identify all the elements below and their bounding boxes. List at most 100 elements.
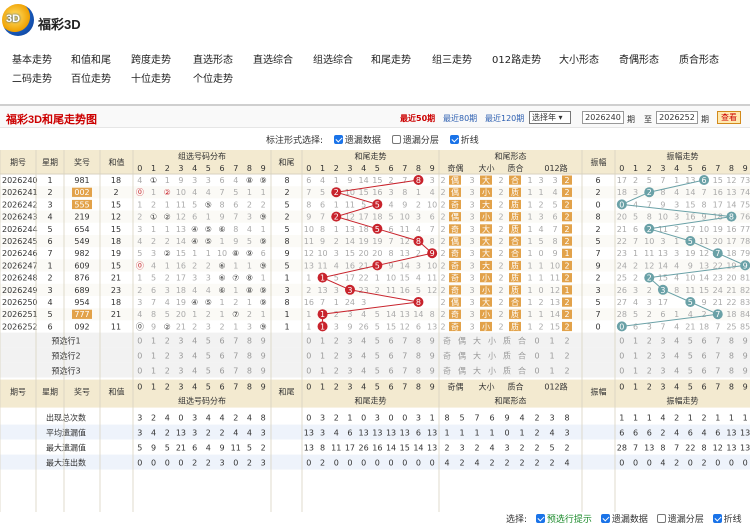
preselect-digit: 5 (688, 367, 693, 376)
nav-item[interactable]: 组选综合 (313, 51, 353, 66)
preselect-digit: 0 (619, 352, 624, 361)
grp-cell: ⑥ (218, 225, 225, 234)
checkbox-icon[interactable] (600, 514, 610, 523)
option-missing-layer[interactable]: 遗漏分层 (391, 135, 439, 146)
year-select[interactable]: 选择年 ▾ (529, 111, 571, 124)
form-cell: 2 (440, 213, 445, 222)
mod-cell: 4 (538, 225, 543, 234)
preselect-form: 大 (473, 351, 481, 361)
nav-item[interactable]: 二码走势 (12, 70, 52, 85)
checkbox-icon[interactable] (333, 135, 343, 144)
nav-item[interactable]: 012路走势 (492, 51, 541, 66)
digit-header: 2 (334, 164, 339, 173)
amp-ball-text: 5 (688, 237, 693, 246)
grp-cell: 1 (165, 261, 170, 270)
stat-cell: 3 (320, 429, 325, 438)
sum-cell: 21 (111, 310, 121, 319)
checkbox-icon[interactable] (535, 514, 545, 523)
range-120-link[interactable]: 最近120期 (485, 113, 524, 124)
logo[interactable]: 3D (2, 4, 34, 36)
tt-cell: 10 (400, 213, 410, 222)
at-cell: 21 (617, 225, 627, 234)
nav-item[interactable]: 和值和尾 (71, 51, 111, 66)
tail-cell: 8 (284, 298, 289, 307)
stat-cell: 9 (220, 444, 225, 453)
tt-cell: 8 (430, 310, 435, 319)
issue-cell: 2026242 (2, 200, 38, 209)
nav-item[interactable]: 个位走势 (193, 70, 233, 85)
option-missing-data[interactable]: 遗漏数据 (333, 135, 381, 146)
at-cell: 8 (647, 213, 652, 222)
footer-option-missing-data[interactable]: 遗漏数据 (600, 514, 648, 525)
stat-cell: 22 (685, 444, 695, 453)
issue-cell: 2026248 (2, 274, 38, 283)
tt-cell: 13 (427, 322, 437, 331)
checkbox-icon[interactable] (656, 514, 666, 523)
preselect-digit: 0 (137, 352, 142, 361)
form-cell: 小 (482, 274, 490, 283)
nav-item[interactable]: 和尾走势 (371, 51, 411, 66)
grp-cell: 2 (192, 261, 197, 270)
stat-cell: 3 (375, 414, 380, 423)
nav-item[interactable]: 直选形态 (193, 51, 233, 66)
form-cell: 偶 (451, 175, 459, 185)
tt-cell: 5 (375, 322, 380, 331)
at-cell: 15 (713, 176, 723, 185)
tt-cell: 11 (427, 274, 437, 283)
tt-cell: 9 (402, 200, 407, 209)
checkbox-icon[interactable] (712, 514, 722, 523)
footer-option-polyline[interactable]: 折线 (712, 514, 742, 525)
footer-option-preselect[interactable]: 预选行提示 (535, 514, 592, 525)
query-button[interactable]: 查看 (717, 111, 741, 124)
range-50-link[interactable]: 最近50期 (400, 113, 435, 124)
form-cell: 2 (440, 225, 445, 234)
grp-cell: ① (150, 176, 157, 185)
option-polyline[interactable]: 折线 (449, 135, 479, 146)
amp-cell: 5 (595, 237, 600, 246)
nav-item[interactable]: 百位走势 (71, 70, 111, 85)
nav-item[interactable]: 跨度走势 (131, 51, 171, 66)
footer-digit-header: 3 (660, 383, 665, 392)
footer-digit-header: 6 (389, 383, 394, 392)
checkbox-icon[interactable] (391, 135, 401, 144)
preselect-digit: 7 (715, 367, 720, 376)
form-cell: 2 (440, 322, 445, 331)
stat-cell: 2 (220, 429, 225, 438)
nav-item[interactable]: 大小形态 (559, 51, 599, 66)
from-issue-input[interactable]: 2026240 (582, 111, 624, 124)
at-cell: 2 (647, 310, 652, 319)
footer-option-missing-layer[interactable]: 遗漏分层 (656, 514, 704, 525)
grp-cell: 4 (206, 188, 211, 197)
tt-cell: 2 (306, 286, 311, 295)
tt-cell: 8 (402, 188, 407, 197)
stat-cell: 11 (231, 444, 241, 453)
nav-item[interactable]: 奇偶形态 (619, 51, 659, 66)
nav-item[interactable]: 组三走势 (432, 51, 472, 66)
tt-cell: 10 (317, 249, 327, 258)
stat-cell: 7 (474, 414, 479, 423)
preselect-digit: 5 (206, 337, 211, 346)
nav-item[interactable]: 质合形态 (679, 51, 719, 66)
nav-item[interactable]: 十位走势 (131, 70, 171, 85)
mod-value: 2 (564, 298, 569, 307)
to-issue-input[interactable]: 2026252 (656, 111, 698, 124)
header-num: 奖号 (74, 157, 90, 167)
stat-cell: 14 (386, 444, 396, 453)
week-cell: 6 (47, 322, 52, 331)
grp-cell: 1 (247, 188, 252, 197)
at-cell: 4 (633, 298, 638, 307)
at-cell: 75 (740, 200, 750, 209)
stat-cell: 7 (633, 444, 638, 453)
checkbox-icon[interactable] (449, 135, 459, 144)
range-80-link[interactable]: 最近80期 (443, 113, 477, 124)
grp-cell: ⑦ (232, 310, 239, 319)
at-cell: 19 (685, 249, 695, 258)
at-cell: 15 (699, 286, 709, 295)
stat-cell: 0 (389, 459, 394, 468)
tt-cell: 3 (416, 261, 421, 270)
nav-item[interactable]: 直选综合 (253, 51, 293, 66)
form-cell: 2 (498, 237, 503, 246)
stat-cell: 1 (519, 429, 524, 438)
nav-item[interactable]: 基本走势 (12, 51, 52, 66)
grp-cell: ⑨ (260, 213, 267, 222)
